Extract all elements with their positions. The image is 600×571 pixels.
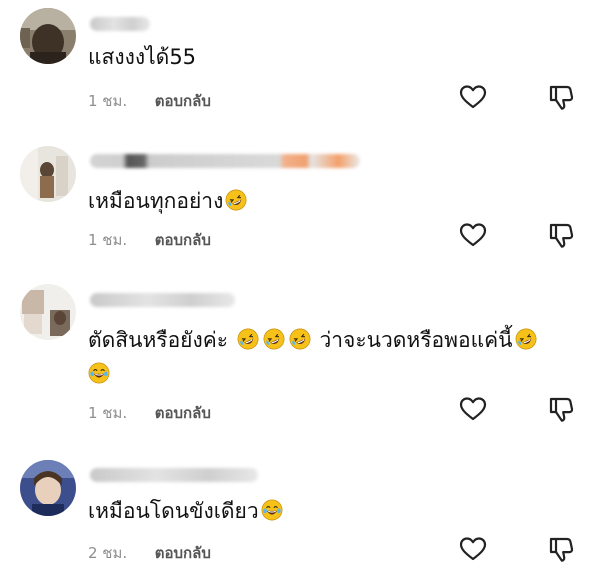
comment-text: ตัดสินหรือยังค่ะ ว่าจะนวดหรือพอแค่นี้ [88, 323, 580, 391]
timestamp: 1 ชม. [88, 231, 128, 249]
avatar[interactable] [20, 460, 76, 516]
timestamp: 1 ชม. [88, 404, 128, 422]
reply-button[interactable]: ตอบกลับ [155, 92, 211, 110]
heart-icon[interactable] [459, 536, 487, 562]
heart-icon[interactable] [459, 222, 487, 248]
reply-button[interactable]: ตอบกลับ [155, 404, 211, 422]
rolling-on-floor-laughing-icon [289, 328, 311, 350]
heart-icon[interactable] [459, 84, 487, 110]
comment-meta: 1 ชม. ตอบกลับ [88, 228, 211, 252]
thumbs-down-icon[interactable] [548, 84, 574, 112]
timestamp: 2 ชม. [88, 544, 128, 562]
face-with-tears-of-joy-icon [261, 499, 283, 521]
rolling-on-floor-laughing-icon [237, 328, 259, 350]
comment-meta: 1 ชม. ตอบกลับ [88, 89, 211, 113]
username-blurred[interactable] [90, 293, 235, 307]
comment-text: เหมือนโดนขังเดียว [88, 496, 580, 526]
thumbs-down-icon[interactable] [548, 536, 574, 564]
avatar[interactable] [20, 284, 76, 340]
comment-text: แสงงงได้55 [88, 45, 197, 69]
face-with-tears-of-joy-icon [88, 362, 110, 384]
rolling-on-floor-laughing-icon [263, 328, 285, 350]
comment-meta: 1 ชม. ตอบกลับ [88, 401, 211, 425]
heart-icon[interactable] [459, 396, 487, 422]
comment-text: เหมือนทุกอย่าง [88, 186, 580, 216]
reply-button[interactable]: ตอบกลับ [155, 544, 211, 562]
username-blurred[interactable] [90, 154, 360, 168]
comment-meta: 2 ชม. ตอบกลับ [88, 541, 211, 565]
avatar[interactable] [20, 8, 76, 64]
username-blurred[interactable] [90, 468, 258, 482]
thumbs-down-icon[interactable] [548, 222, 574, 250]
reply-button[interactable]: ตอบกลับ [155, 231, 211, 249]
timestamp: 1 ชม. [88, 92, 128, 110]
rolling-on-floor-laughing-icon [225, 189, 247, 211]
thumbs-down-icon[interactable] [548, 396, 574, 424]
avatar[interactable] [20, 146, 76, 202]
username-blurred[interactable] [90, 17, 150, 31]
rolling-on-floor-laughing-icon [515, 328, 537, 350]
